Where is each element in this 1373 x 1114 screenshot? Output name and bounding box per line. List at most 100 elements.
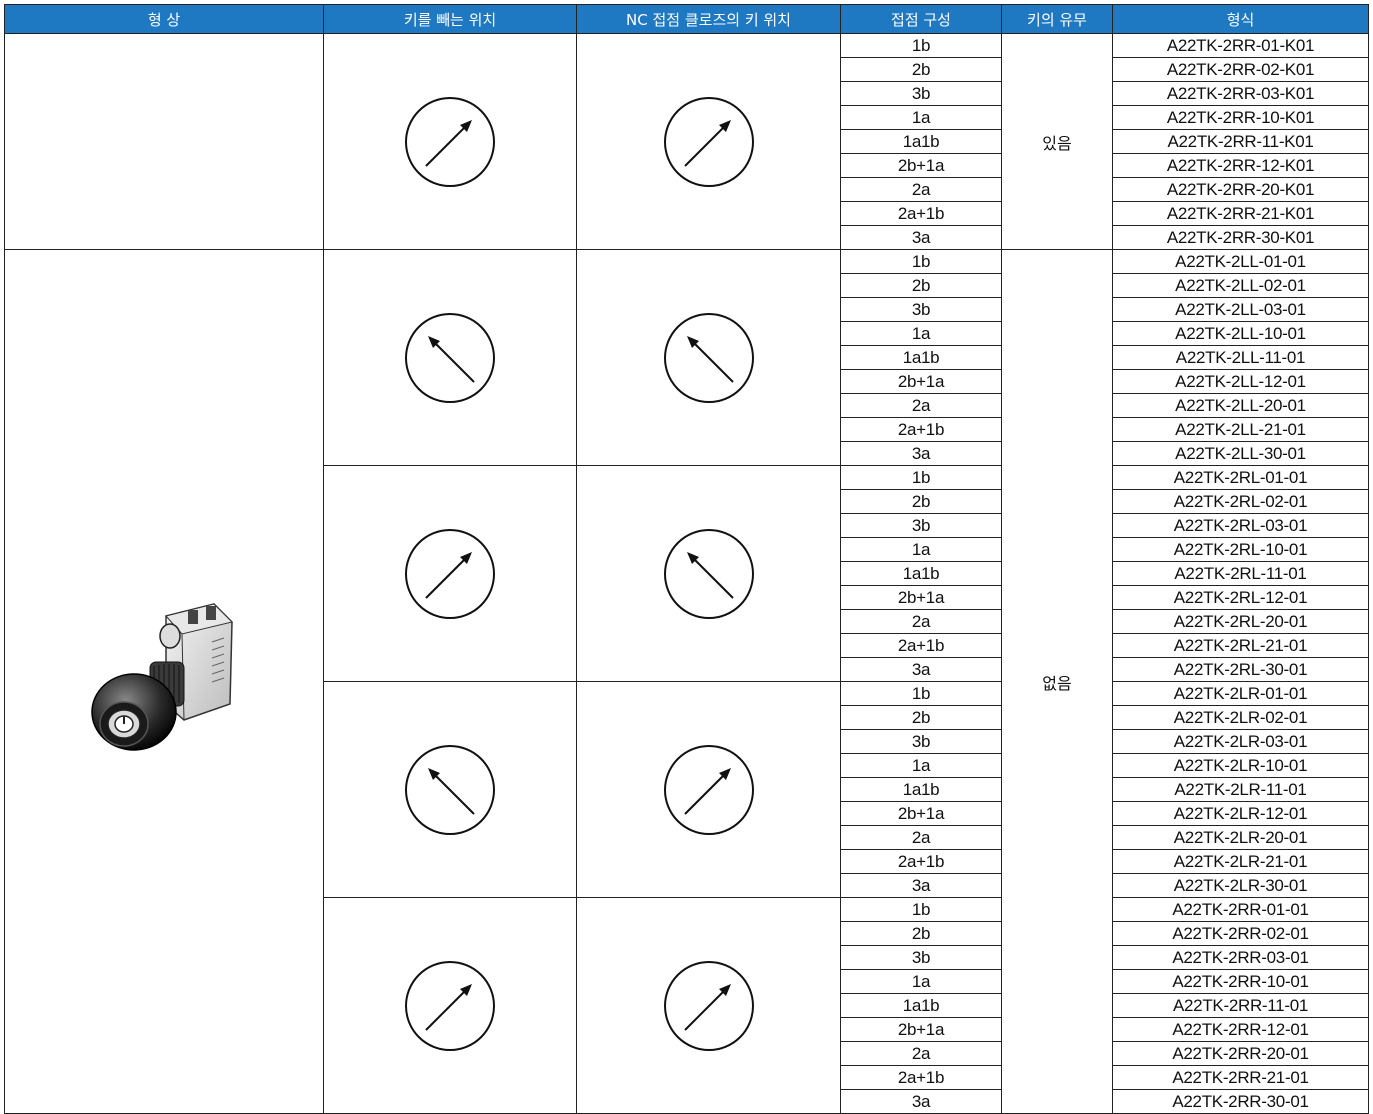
model-cell: A22TK-2RR-10-01 [1112,969,1369,994]
contact-config-cell: 3b [840,513,1002,538]
key-removal-position-cell [323,897,577,1114]
contact-config-cell: 1b [840,681,1002,706]
table-body: 1b 있음 A22TK-2RR-01-K01 2b A22TK-2RR-02-K01 3b… [4,33,1369,1114]
model-cell: A22TK-2LR-12-01 [1112,801,1369,826]
contact-config-cell: 1a1b [840,345,1002,370]
table-row: 1b 있음 A22TK-2RR-01-K01 [4,33,1369,250]
contact-config-cell: 3b [840,945,1002,970]
model-cell: A22TK-2LL-20-01 [1112,393,1369,418]
shape-cell [4,249,324,1114]
model-cell: A22TK-2LR-01-01 [1112,681,1369,706]
spec-table: 형 상 키를 빼는 위치 NC 접점 클로즈의 키 위치 접점 구성 키의 유무… [4,4,1369,1114]
model-cell: A22TK-2LR-30-01 [1112,873,1369,898]
right-arrow-dial-icon [663,960,754,1051]
right-arrow-dial-icon [663,96,754,187]
shape-cell-empty [4,33,324,250]
model-cell: A22TK-2RL-03-01 [1112,513,1369,538]
key-presence-cell: 있음 [1001,33,1113,250]
model-cell: A22TK-2LL-11-01 [1112,345,1369,370]
model-cell: A22TK-2RR-03-01 [1112,945,1369,970]
model-cell: A22TK-2LR-02-01 [1112,705,1369,730]
contact-config-cell: 2a+1b [840,1065,1002,1090]
model-cell: A22TK-2LL-03-01 [1112,297,1369,322]
contact-config-cell: 2a+1b [840,633,1002,658]
contact-config-cell: 2b [840,921,1002,946]
nc-key-position-cell [576,249,841,466]
model-cell: A22TK-2RR-12-K01 [1112,153,1369,178]
header-nc-key-position: NC 접점 클로즈의 키 위치 [576,4,841,34]
model-cell: A22TK-2RR-03-K01 [1112,81,1369,106]
model-cell: A22TK-2RR-30-K01 [1112,225,1369,250]
contact-config-cell: 2a [840,393,1002,418]
left-arrow-dial-icon [405,312,495,403]
contact-config-cell: 3a [840,657,1002,682]
key-switch-product-image [91,602,233,751]
contact-config-cell: 1b [840,465,1002,490]
contact-config-cell: 2b [840,57,1002,82]
model-cell: A22TK-2RL-30-01 [1112,657,1369,682]
right-arrow-dial-icon [663,744,754,835]
contact-config-cell: 1a [840,537,1002,562]
header-contact-config: 접점 구성 [840,4,1002,34]
model-cell: A22TK-2LL-01-01 [1112,249,1369,274]
contact-config-cell: 2a+1b [840,849,1002,874]
model-cell: A22TK-2LR-11-01 [1112,777,1369,802]
contact-config-cell: 1b [840,897,1002,922]
model-cell: A22TK-2LL-02-01 [1112,273,1369,298]
nc-key-position-cell [576,897,841,1114]
contact-config-cell: 2b+1a [840,369,1002,394]
contact-config-cell: 2a+1b [840,417,1002,442]
left-arrow-dial-icon [405,744,495,835]
table-row: 1b 없음 A22TK-2LL-01-01 [4,249,1369,1114]
contact-config-cell: 2b+1a [840,1017,1002,1042]
model-cell: A22TK-2RR-02-01 [1112,921,1369,946]
contact-config-cell: 1a1b [840,129,1002,154]
contact-config-cell: 2b [840,705,1002,730]
key-presence-cell: 없음 [1001,249,1113,1114]
model-cell: A22TK-2LL-10-01 [1112,321,1369,346]
model-cell: A22TK-2RR-01-01 [1112,897,1369,922]
model-cell: A22TK-2RR-12-01 [1112,1017,1369,1042]
model-cell: A22TK-2RR-10-K01 [1112,105,1369,130]
nc-key-position-cell [576,33,841,250]
header-row: 형 상 키를 빼는 위치 NC 접점 클로즈의 키 위치 접점 구성 키의 유무… [4,4,1369,34]
left-arrow-dial-icon [663,312,754,403]
model-cell: A22TK-2LR-20-01 [1112,825,1369,850]
contact-config-cell: 1b [840,33,1002,58]
model-cell: A22TK-2RR-01-K01 [1112,33,1369,58]
contact-config-cell: 2b+1a [840,585,1002,610]
model-cell: A22TK-2LL-21-01 [1112,417,1369,442]
contact-config-cell: 2b [840,489,1002,514]
contact-config-cell: 1a [840,969,1002,994]
contact-config-cell: 2a [840,825,1002,850]
contact-config-cell: 2a+1b [840,201,1002,226]
model-cell: A22TK-2RL-11-01 [1112,561,1369,586]
nc-key-position-cell [576,681,841,898]
model-cell: A22TK-2RR-30-01 [1112,1089,1369,1114]
model-cell: A22TK-2LL-12-01 [1112,369,1369,394]
model-cell: A22TK-2RL-10-01 [1112,537,1369,562]
model-cell: A22TK-2LR-10-01 [1112,753,1369,778]
model-cell: A22TK-2RR-11-K01 [1112,129,1369,154]
model-cell: A22TK-2RR-21-K01 [1112,201,1369,226]
contact-config-cell: 1a1b [840,993,1002,1018]
model-cell: A22TK-2LL-30-01 [1112,441,1369,466]
model-cell: A22TK-2RL-12-01 [1112,585,1369,610]
model-cell: A22TK-2RR-21-01 [1112,1065,1369,1090]
model-cell: A22TK-2RR-20-K01 [1112,177,1369,202]
contact-config-cell: 2b+1a [840,153,1002,178]
model-cell: A22TK-2RL-01-01 [1112,465,1369,490]
contact-config-cell: 2a [840,177,1002,202]
key-removal-position-cell [323,249,577,466]
model-cell: A22TK-2RL-20-01 [1112,609,1369,634]
contact-config-cell: 1a1b [840,777,1002,802]
right-arrow-dial-icon [405,96,495,187]
right-arrow-dial-icon [405,960,495,1051]
model-cell: A22TK-2LR-21-01 [1112,849,1369,874]
header-key-presence: 키의 유무 [1001,4,1113,34]
key-removal-position-cell [323,33,577,250]
right-arrow-dial-icon [405,528,495,619]
key-removal-position-cell [323,465,577,682]
contact-config-cell: 1a1b [840,561,1002,586]
model-cell: A22TK-2RL-21-01 [1112,633,1369,658]
